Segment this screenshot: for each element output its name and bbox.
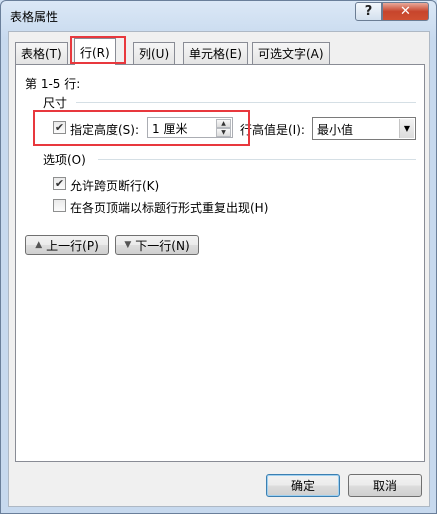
row-height-mode-value: 最小值 xyxy=(317,123,354,137)
rows-label: 第 1-5 行: xyxy=(25,77,81,91)
chevron-down-icon: ▼ xyxy=(399,119,414,138)
row-tab-panel: 第 1-5 行: 尺寸 ✔ 指定高度(S): 1 厘米 ▲ ▼ 行高值是(I):… xyxy=(15,64,425,462)
next-row-button[interactable]: ▼ 下一行(N) xyxy=(115,235,199,255)
close-button[interactable]: ✕ xyxy=(382,2,429,21)
tab-column[interactable]: 列(U) xyxy=(133,42,176,64)
triangle-down-icon: ▼ xyxy=(124,240,132,250)
tab-cell-label: 单元格(E) xyxy=(189,47,242,61)
allow-break-checkbox[interactable]: ✔ xyxy=(53,177,66,190)
help-icon: ? xyxy=(364,4,373,19)
previous-row-button[interactable]: ▲ 上一行(P) xyxy=(25,235,109,255)
ok-button[interactable]: 确定 xyxy=(266,474,340,497)
tab-row[interactable]: 行(R) xyxy=(74,38,116,65)
spinner-arrows: ▲ ▼ xyxy=(216,119,231,137)
options-section-label: 选项(O) xyxy=(43,153,86,167)
check-icon: ✔ xyxy=(54,121,65,134)
tab-column-label: 列(U) xyxy=(139,47,170,61)
help-button[interactable]: ? xyxy=(355,2,382,21)
triangle-up-icon: ▲ xyxy=(35,240,43,250)
tab-cell[interactable]: 单元格(E) xyxy=(183,42,248,64)
height-value: 1 厘米 xyxy=(152,122,188,136)
allow-break-label: 允许跨页断行(K) xyxy=(70,179,160,193)
tab-alt-text[interactable]: 可选文字(A) xyxy=(252,42,330,64)
tab-row-label: 行(R) xyxy=(80,45,110,60)
height-spinner[interactable]: 1 厘米 ▲ ▼ xyxy=(147,117,233,138)
size-section-label: 尺寸 xyxy=(43,96,68,110)
cancel-button[interactable]: 取消 xyxy=(348,474,422,497)
close-icon: ✕ xyxy=(400,4,411,19)
previous-row-label: 上一行(P) xyxy=(46,238,99,253)
tab-alt-text-label: 可选文字(A) xyxy=(258,47,324,61)
repeat-header-label: 在各页顶端以标题行形式重复出现(H) xyxy=(70,201,269,215)
next-row-label: 下一行(N) xyxy=(135,238,190,253)
check-icon: ✔ xyxy=(54,177,65,190)
table-properties-dialog: 表格属性 ? ✕ 表格(T) 行(R) 列(U) 单元格(E) 可选文字(A) … xyxy=(0,0,437,514)
spin-down-icon[interactable]: ▼ xyxy=(216,128,231,137)
size-separator xyxy=(76,102,416,103)
repeat-header-checkbox[interactable] xyxy=(53,199,66,212)
row-height-mode-select[interactable]: 最小值 ▼ xyxy=(312,117,416,140)
dialog-body: 表格(T) 行(R) 列(U) 单元格(E) 可选文字(A) 第 1-5 行: … xyxy=(8,31,430,507)
specify-height-label: 指定高度(S): xyxy=(70,123,140,137)
row-height-is-label: 行高值是(I): xyxy=(240,123,305,137)
tab-table[interactable]: 表格(T) xyxy=(15,42,68,64)
specify-height-checkbox[interactable]: ✔ xyxy=(53,121,66,134)
spin-up-icon[interactable]: ▲ xyxy=(216,119,231,128)
options-separator xyxy=(98,159,416,160)
ok-label: 确定 xyxy=(290,479,315,493)
dialog-title: 表格属性 xyxy=(10,10,59,24)
cancel-label: 取消 xyxy=(372,479,397,493)
tab-table-label: 表格(T) xyxy=(21,47,62,61)
title-bar: 表格属性 ? ✕ xyxy=(1,1,436,31)
